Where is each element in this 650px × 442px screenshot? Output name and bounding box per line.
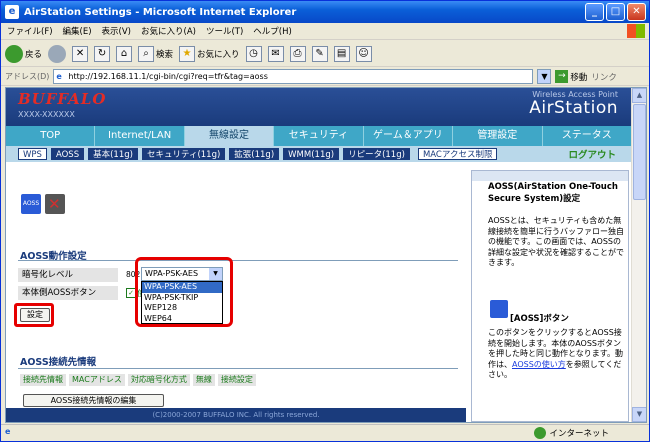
back-arrow-icon [5, 44, 23, 63]
windows-logo-icon [627, 24, 645, 38]
scroll-thumb[interactable] [633, 104, 646, 200]
browser-window: e AirStation Settings - Microsoft Intern… [0, 0, 650, 442]
col-mac-address: MACアドレス [69, 374, 125, 386]
aoss-button-icon[interactable]: AOSS [21, 194, 41, 214]
aoss-help-icon [490, 300, 508, 318]
copyright-footer: (C)2000-2007 BUFFALO INC. All rights res… [6, 408, 466, 422]
tab-admin[interactable]: 管理設定 [453, 126, 543, 146]
toolbar: 戻る ✕ ↻ ⌂ ⌕ 検索 ★ お気に入り ◷ ✉ ⎙ ✎ ▤ ☺ [1, 41, 649, 67]
search-icon: ⌕ [138, 45, 155, 62]
subtab-security-11g[interactable]: セキュリティ(11g) [141, 148, 226, 160]
mail-icon[interactable]: ✉ [267, 45, 284, 62]
edit-connection-button[interactable]: AOSS接続先情報の編集 [23, 394, 164, 407]
go-arrow-icon: → [555, 70, 569, 83]
menu-file[interactable]: ファイル(F) [7, 25, 53, 37]
menu-favorites[interactable]: お気に入り(A) [141, 25, 196, 37]
menu-bar: ファイル(F) 編集(E) 表示(V) お気に入り(A) ツール(T) ヘルプ(… [1, 23, 649, 40]
go-button[interactable]: → 移動 [555, 70, 587, 83]
help-panel [471, 170, 629, 422]
airstation-brand: AirStation [529, 98, 618, 118]
history-icon[interactable]: ◷ [245, 45, 262, 62]
window-title: AirStation Settings - Microsoft Internet… [24, 6, 297, 18]
aoss-usage-link[interactable]: AOSSの使い方 [512, 360, 566, 369]
status-bar: e インターネット [1, 424, 649, 441]
subtab-basic[interactable]: 基本(11g) [88, 148, 138, 160]
highlight-dropdown [135, 257, 233, 327]
help-title: AOSS(AirStation One-Touch Secure System)… [488, 182, 618, 204]
encryption-level-label: 暗号化レベル [18, 268, 118, 282]
logout-link[interactable]: ログアウト [568, 147, 616, 161]
aoss-connection-heading: AOSS接続先情報 [20, 357, 97, 368]
globe-icon [534, 427, 547, 439]
col-wireless: 無線 [192, 374, 215, 386]
col-encryption: 対応暗号化方式 [127, 374, 190, 386]
address-dropdown-icon[interactable]: ▼ [537, 69, 552, 84]
router-page: BUFFALO XXXX-XXXXXX Wireless Access Poin… [6, 88, 632, 422]
aoss-button-help-text: このボタンをクリックするとAOSS接続を開始します。本体のAOSSボタンを押した… [488, 328, 623, 379]
tab-status[interactable]: ステータス [543, 126, 632, 146]
sub-nav: WPS AOSS 基本(11g) セキュリティ(11g) 拡張(11g) WMM… [6, 146, 632, 162]
highlight-set-button [14, 303, 54, 327]
star-icon: ★ [179, 45, 196, 62]
subtab-wmm[interactable]: WMM(11g) [283, 148, 340, 160]
address-input[interactable]: http://192.168.11.1/cgi-bin/cgi?req=tfr&… [53, 69, 534, 84]
buffalo-logo: BUFFALO [18, 90, 107, 108]
section-divider-2 [18, 368, 458, 369]
col-connection-setting: 接続設定 [217, 374, 256, 386]
subtab-aoss[interactable]: AOSS [50, 148, 85, 160]
folder-icon[interactable]: ▤ [333, 45, 350, 62]
scroll-up-icon[interactable]: ▲ [632, 88, 646, 103]
close-button[interactable]: ✕ [627, 3, 646, 21]
links-label[interactable]: リンク [591, 71, 617, 83]
connection-table-header: 接続先情報 MACアドレス 対応暗号化方式 無線 接続設定 [20, 374, 256, 386]
menu-help[interactable]: ヘルプ(H) [253, 25, 292, 37]
scroll-down-icon[interactable]: ▼ [632, 407, 646, 422]
search-button[interactable]: ⌕ 検索 [138, 45, 173, 62]
menu-tools[interactable]: ツール(T) [206, 25, 243, 37]
subtab-mac-filter[interactable]: MACアクセス制限 [417, 148, 498, 160]
edit-icon[interactable]: ✎ [311, 45, 328, 62]
help-description: AOSSとは、セキュリティも含めた無線接続を簡単に行うバッファロー独自の機能です… [488, 216, 624, 267]
vertical-scrollbar[interactable]: ▲ ▼ [631, 88, 646, 422]
page-viewport: BUFFALO XXXX-XXXXXX Wireless Access Poin… [5, 87, 647, 423]
messenger-icon[interactable]: ☺ [355, 45, 372, 62]
tab-security[interactable]: セキュリティ [274, 126, 364, 146]
menu-edit[interactable]: 編集(E) [63, 25, 92, 37]
tab-top[interactable]: TOP [6, 126, 96, 146]
main-nav: TOP Internet/LAN 無線設定 セキュリティ ゲーム＆アプリ 管理設… [6, 126, 632, 146]
home-icon[interactable]: ⌂ [116, 45, 133, 62]
col-connection-info: 接続先情報 [20, 374, 66, 386]
forward-arrow-icon[interactable] [48, 44, 67, 63]
security-zone: インターネット [534, 427, 609, 439]
address-label: アドレス(D) [5, 72, 50, 81]
subtab-advanced[interactable]: 拡張(11g) [229, 148, 280, 160]
tab-game-apps[interactable]: ゲーム＆アプリ [364, 126, 454, 146]
section-divider [18, 260, 458, 261]
aoss-disabled-icon [45, 194, 65, 214]
favorites-button[interactable]: ★ お気に入り [179, 45, 240, 62]
stop-icon[interactable]: ✕ [72, 45, 89, 62]
page-status-icon: e [5, 427, 11, 436]
refresh-icon[interactable]: ↻ [94, 45, 111, 62]
tab-internet-lan[interactable]: Internet/LAN [95, 126, 185, 146]
minimize-button[interactable]: _ [585, 3, 604, 21]
title-bar: e AirStation Settings - Microsoft Intern… [1, 1, 649, 23]
aoss-button-help-title: [AOSS]ボタン [510, 314, 569, 324]
maximize-button[interactable]: □ [606, 3, 625, 21]
device-aoss-button-label: 本体側AOSSボタン [18, 286, 118, 300]
model-name: XXXX-XXXXXX [18, 110, 75, 119]
address-bar: アドレス(D) http://192.168.11.1/cgi-bin/cgi?… [1, 68, 649, 86]
subtab-repeater[interactable]: リピータ(11g) [343, 148, 410, 160]
menu-view[interactable]: 表示(V) [102, 25, 131, 37]
page-header: BUFFALO XXXX-XXXXXX Wireless Access Poin… [6, 88, 632, 126]
subtab-wps[interactable]: WPS [18, 148, 47, 160]
ie-icon: e [5, 5, 19, 19]
tab-wireless[interactable]: 無線設定 [184, 126, 275, 146]
back-button[interactable]: 戻る [5, 44, 42, 63]
print-icon[interactable]: ⎙ [289, 45, 306, 62]
